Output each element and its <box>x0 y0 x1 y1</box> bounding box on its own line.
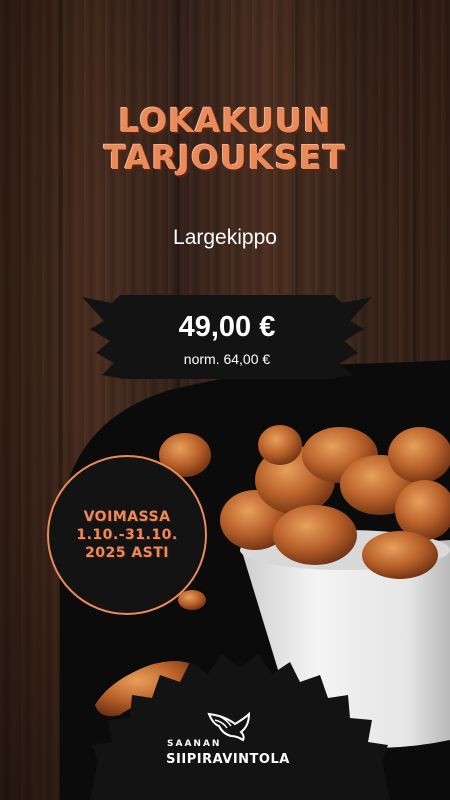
offer-title-line-2: TARJOUKSET <box>103 138 347 177</box>
validity-line-1: VOIMASSA <box>83 509 171 525</box>
validity-line-3: 2025 ASTI <box>84 545 169 561</box>
validity-badge: VOIMASSA 1.10.-31.10. 2025 ASTI <box>47 455 207 615</box>
logo-main-text: SIIPIRAVINTOLA <box>166 752 290 767</box>
logo-top-text: SAANAN <box>167 739 222 749</box>
validity-line-2: 1.10.-31.10. <box>76 527 178 543</box>
offer-title-line-1: LOKAKUUN <box>118 101 332 140</box>
restaurant-logo: SAANAN SIIPIRAVINTOLA <box>163 712 293 782</box>
current-price: 49,00 € <box>178 311 276 343</box>
normal-price: norm. 64,00 € <box>183 351 271 367</box>
product-name: Largekippo <box>173 226 277 249</box>
offer-title: LOKAKUUN TARJOUKSET <box>0 102 450 176</box>
wing-icon <box>207 712 251 742</box>
price-badge: 49,00 € norm. 64,00 € <box>82 293 372 383</box>
